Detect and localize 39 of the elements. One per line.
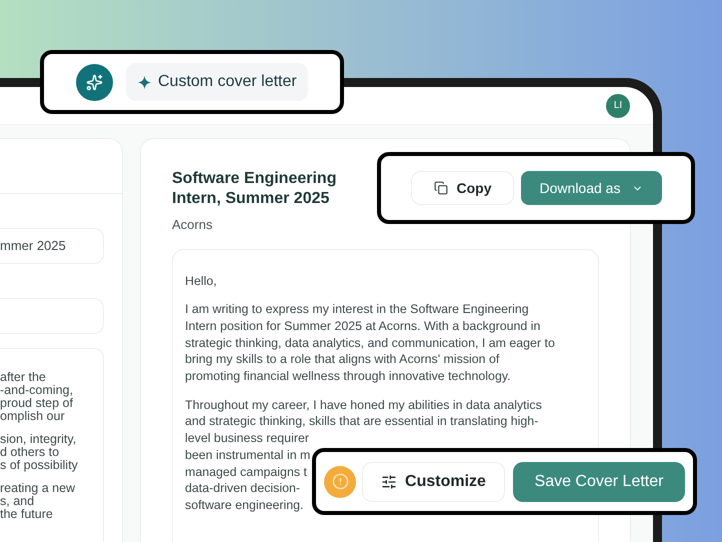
download-button[interactable]: Download as	[521, 171, 662, 205]
company-name: Acorns	[172, 216, 214, 234]
letter-line: software engineering.	[185, 496, 304, 514]
copy-button[interactable]: Copy	[411, 171, 514, 205]
save-button[interactable]: Save Cover Letter	[513, 462, 685, 502]
letter-line: managed campaigns t	[185, 464, 307, 480]
user-avatar[interactable]: LI	[606, 94, 630, 118]
description-line: s of possibility	[0, 459, 79, 472]
description-line: d others to	[0, 446, 60, 459]
letter-line: data-driven decision-	[185, 480, 300, 497]
letter-line: Intern position for Summer 2025 at Acorns. With a background in	[185, 318, 540, 335]
sliders-icon	[381, 474, 398, 490]
sparkles-icon	[86, 74, 103, 90]
letter-greeting: Hello,	[185, 272, 217, 290]
description-line: omplish our	[0, 410, 66, 423]
copy-icon	[434, 181, 448, 195]
description-line: after the	[0, 371, 47, 384]
description-line: -and-coming,	[0, 384, 74, 397]
description-line: proud step of	[0, 397, 74, 410]
job-field[interactable]: mmer 2025	[0, 228, 104, 264]
letter-line: strategic thinking, data analytics, and communication, I am eager to	[185, 334, 555, 352]
letter-line: I am writing to express my interest in the Software Engineering	[185, 301, 529, 318]
description-line: reating a new	[0, 482, 76, 495]
description-field[interactable]: after the -and-coming, proud step of omplish our sion, integrity, d others to s of possibility reating a new s, and the future	[0, 348, 104, 542]
alert-icon	[332, 473, 348, 490]
job-title: Software Engineering Intern, Summer 2025	[172, 169, 338, 209]
description-line: the future	[0, 508, 54, 521]
sparkle-icon	[137, 74, 152, 90]
description-line: s, and	[0, 495, 35, 508]
customize-button[interactable]: Customize	[362, 462, 505, 502]
letter-line: level business requirer	[185, 430, 309, 447]
feature-label: Custom cover letter	[158, 72, 297, 92]
letter-line: been instrumental in m	[185, 446, 310, 464]
letter-line: promoting financial wellness through innovative technology.	[185, 368, 511, 385]
description-line: sion, integrity,	[0, 433, 78, 446]
feature-chip[interactable]: Custom cover letter	[126, 63, 308, 101]
letter-line: and strategic thinking, skills that are essential in translating high-	[185, 413, 538, 430]
letter-line: Throughout my career, I have honed my abilities in data analytics	[185, 396, 542, 414]
letter-line: bring my skills to a role that aligns with Acorns' mission of	[185, 351, 500, 368]
